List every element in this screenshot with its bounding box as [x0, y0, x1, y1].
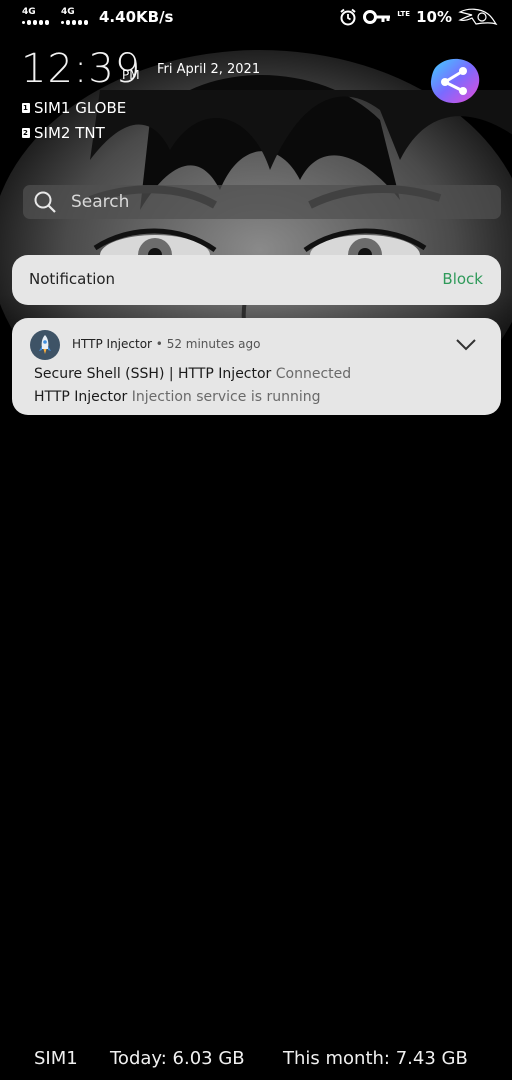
search-placeholder: Search [71, 192, 130, 212]
notification-title: Secure Shell (SSH) | HTTP Injector [34, 366, 272, 382]
search-icon [34, 191, 56, 213]
http-injector-app-icon [30, 330, 60, 360]
data-usage-sim: SIM1 [34, 1048, 78, 1069]
sim2-carrier-label: SIM2 TNT [34, 124, 105, 142]
battery-level: 10% [416, 8, 452, 26]
notification-time: 52 minutes ago [166, 337, 261, 351]
search-bar[interactable]: Search [23, 185, 501, 219]
sim1-carrier: 1 SIM1 GLOBE [22, 99, 126, 117]
notification-body: Injection service is running [127, 389, 321, 405]
sim2-network-type: 4G [61, 7, 75, 17]
rog-logo-icon [458, 8, 498, 26]
notification-header-title: Notification [29, 270, 116, 288]
notification-line-1: Secure Shell (SSH) | HTTP Injector Conne… [34, 366, 351, 382]
rocket-icon [39, 335, 51, 354]
notification-separator: • [151, 337, 167, 351]
network-speed: 4.40KB/s [99, 8, 174, 26]
clock-ampm: PM [122, 68, 140, 82]
notification-app-name: HTTP Injector [72, 337, 152, 351]
sim1-network-type: 4G [22, 7, 36, 17]
notification-subtitle: HTTP Injector [34, 389, 128, 405]
sim2-carrier: 2 SIM2 TNT [22, 124, 105, 142]
block-button[interactable]: Block [442, 270, 483, 288]
notification-app-line: HTTP Injector • 52 minutes ago [72, 337, 260, 351]
notification-status: Connected [271, 366, 352, 382]
data-usage-month: This month: 7.43 GB [283, 1048, 468, 1069]
sim1-signal-icon: 4G [22, 7, 58, 29]
data-usage-today: Today: 6.03 GB [110, 1048, 245, 1069]
sim2-badge-icon: 2 [22, 128, 30, 138]
alarm-clock-icon [340, 8, 356, 26]
smart-assistant-logo-icon[interactable] [428, 55, 482, 105]
notification-card[interactable]: HTTP Injector • 52 minutes ago Secure Sh… [12, 318, 501, 415]
chevron-down-icon[interactable] [455, 338, 477, 352]
notification-line-2: HTTP Injector Injection service is runni… [34, 389, 320, 405]
status-bar: 4G 4G 4.40KB/s LTE 10% [0, 0, 512, 40]
sim2-signal-icon: 4G [61, 7, 97, 29]
lte-label: LTE [397, 10, 411, 18]
key-icon [363, 10, 391, 24]
lockscreen-date: Fri April 2, 2021 [157, 62, 261, 77]
sim1-carrier-label: SIM1 GLOBE [34, 99, 127, 117]
notification-header-card: Notification Block [12, 255, 501, 305]
data-usage-footer: SIM1 Today: 6.03 GB This month: 7.43 GB [0, 1048, 512, 1076]
sim1-badge-icon: 1 [22, 103, 30, 113]
